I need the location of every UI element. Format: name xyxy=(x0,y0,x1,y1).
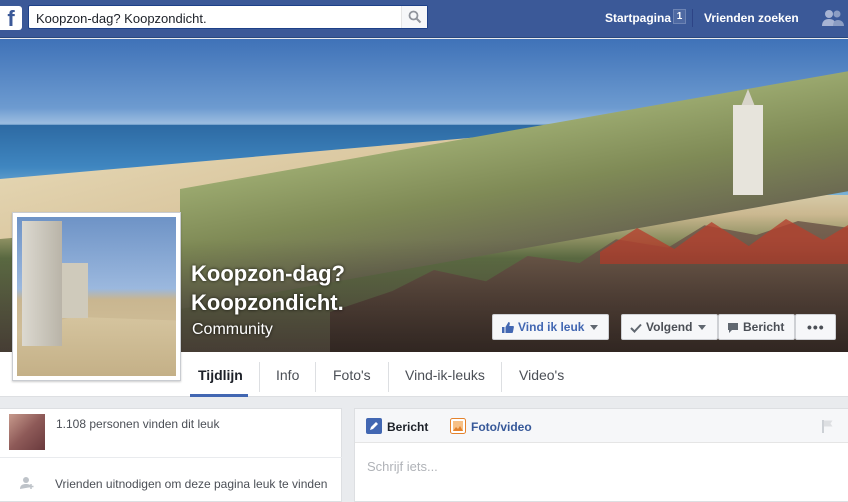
tab-likes[interactable]: Vind-ik-leuks xyxy=(405,367,485,383)
tab-photos[interactable]: Foto's xyxy=(333,367,371,383)
following-button-label: Volgend xyxy=(646,320,693,334)
cover-church-tower xyxy=(733,105,763,195)
profile-picture-hut-back xyxy=(60,263,88,318)
composer-tab-photo-video[interactable]: Foto/video xyxy=(450,418,532,437)
post-composer: Bericht Foto/video Schrijf iets... xyxy=(354,408,848,502)
composer-tab-photo-video-label: Foto/video xyxy=(471,420,532,434)
nav-home-link[interactable]: Startpagina xyxy=(605,11,671,25)
composer-tabs: Bericht Foto/video xyxy=(355,409,848,443)
search-input[interactable]: Koopzon-dag? Koopzondicht. xyxy=(28,5,428,29)
message-button-label: Bericht xyxy=(743,320,785,334)
friends-icon[interactable] xyxy=(822,9,844,27)
chevron-down-icon xyxy=(590,325,599,331)
like-button-label: Vind ik leuk xyxy=(518,320,585,334)
home-notification-badge: 1 xyxy=(673,9,686,24)
search-icon xyxy=(408,10,422,24)
nav-find-friends-link[interactable]: Vrienden zoeken xyxy=(704,11,799,25)
likes-count-text[interactable]: 1.108 personen vinden dit leuk xyxy=(56,417,219,431)
page-title[interactable]: Koopzon-dag? Koopzondicht. xyxy=(191,259,391,317)
tab-videos[interactable]: Video's xyxy=(519,367,564,383)
profile-picture-hut-front xyxy=(22,221,62,346)
tab-info[interactable]: Info xyxy=(276,367,299,383)
tab-divider xyxy=(259,362,260,392)
profile-picture-image xyxy=(17,217,176,376)
tab-divider xyxy=(501,362,502,392)
composer-tab-post-label: Bericht xyxy=(387,420,429,434)
invite-friends-link[interactable]: Vrienden uitnodigen om deze pagina leuk … xyxy=(55,477,327,491)
facebook-logo[interactable]: f xyxy=(0,6,22,30)
search-button[interactable] xyxy=(401,6,427,28)
add-person-icon xyxy=(20,477,34,489)
top-bar: f Koopzon-dag? Koopzondicht. Startpagina… xyxy=(0,0,848,38)
composer-tab-post[interactable]: Bericht xyxy=(366,418,428,437)
likes-card: 1.108 personen vinden dit leuk Vrienden … xyxy=(0,408,342,502)
like-button[interactable]: Vind ik leuk xyxy=(492,314,609,340)
pencil-icon xyxy=(366,418,382,434)
flag-icon[interactable] xyxy=(821,419,835,433)
active-tab-indicator xyxy=(190,394,248,397)
tab-divider xyxy=(315,362,316,392)
more-options-button[interactable]: ••• xyxy=(795,314,836,340)
page-category[interactable]: Community xyxy=(192,321,273,339)
friend-avatar-thumbnail[interactable] xyxy=(9,414,45,450)
composer-input[interactable]: Schrijf iets... xyxy=(367,459,438,474)
chevron-down-icon xyxy=(698,325,707,331)
nav-divider xyxy=(692,9,693,27)
message-icon xyxy=(728,322,738,333)
search-value[interactable]: Koopzon-dag? Koopzondicht. xyxy=(36,11,207,26)
profile-picture[interactable] xyxy=(12,212,181,381)
thumbs-up-icon xyxy=(502,322,514,334)
check-icon xyxy=(630,323,642,333)
message-button[interactable]: Bericht xyxy=(718,314,795,340)
photo-icon xyxy=(450,418,466,434)
following-button[interactable]: Volgend xyxy=(621,314,718,340)
tab-timeline[interactable]: Tijdlijn xyxy=(198,367,243,383)
card-divider xyxy=(0,457,342,458)
tab-divider xyxy=(388,362,389,392)
